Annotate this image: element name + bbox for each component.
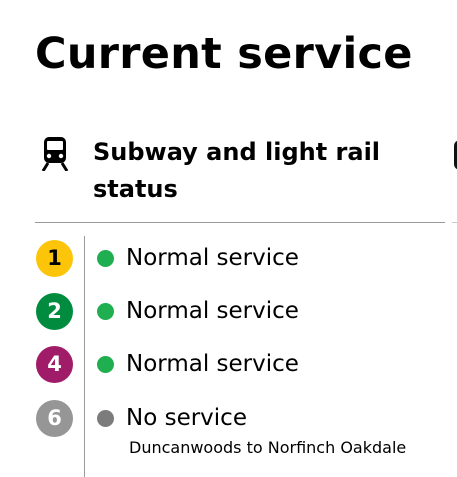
status-text: Normal service: [126, 245, 299, 271]
line-status-row: 1 Normal service: [0, 238, 457, 282]
divider-edge: [452, 222, 457, 223]
subway-train-icon: [41, 137, 69, 171]
status-dot: [97, 250, 114, 267]
line-1-badge[interactable]: 1: [36, 240, 73, 277]
service-note: Duncanwoods to Norfinch Oakdale: [129, 438, 407, 457]
section-header: Subway and light rail status: [35, 134, 457, 214]
line-status-row: 2 Normal service: [0, 291, 457, 335]
line-2-badge[interactable]: 2: [36, 293, 73, 330]
status-dot: [97, 356, 114, 373]
status-text: No service: [126, 405, 247, 431]
line-status-row: 6 No service Duncanwoods to Norfinch Oak…: [0, 398, 457, 468]
status-text: Normal service: [126, 298, 299, 324]
line-4-badge[interactable]: 4: [36, 346, 73, 383]
line-6-badge[interactable]: 6: [36, 400, 73, 437]
status-text: Normal service: [126, 351, 299, 377]
page-title: Current service: [35, 29, 413, 79]
section-title: Subway and light rail status: [93, 138, 381, 203]
line-status-row: 4 Normal service: [0, 344, 457, 388]
status-dot: [97, 303, 114, 320]
divider: [35, 222, 445, 223]
status-dot: [97, 410, 114, 427]
